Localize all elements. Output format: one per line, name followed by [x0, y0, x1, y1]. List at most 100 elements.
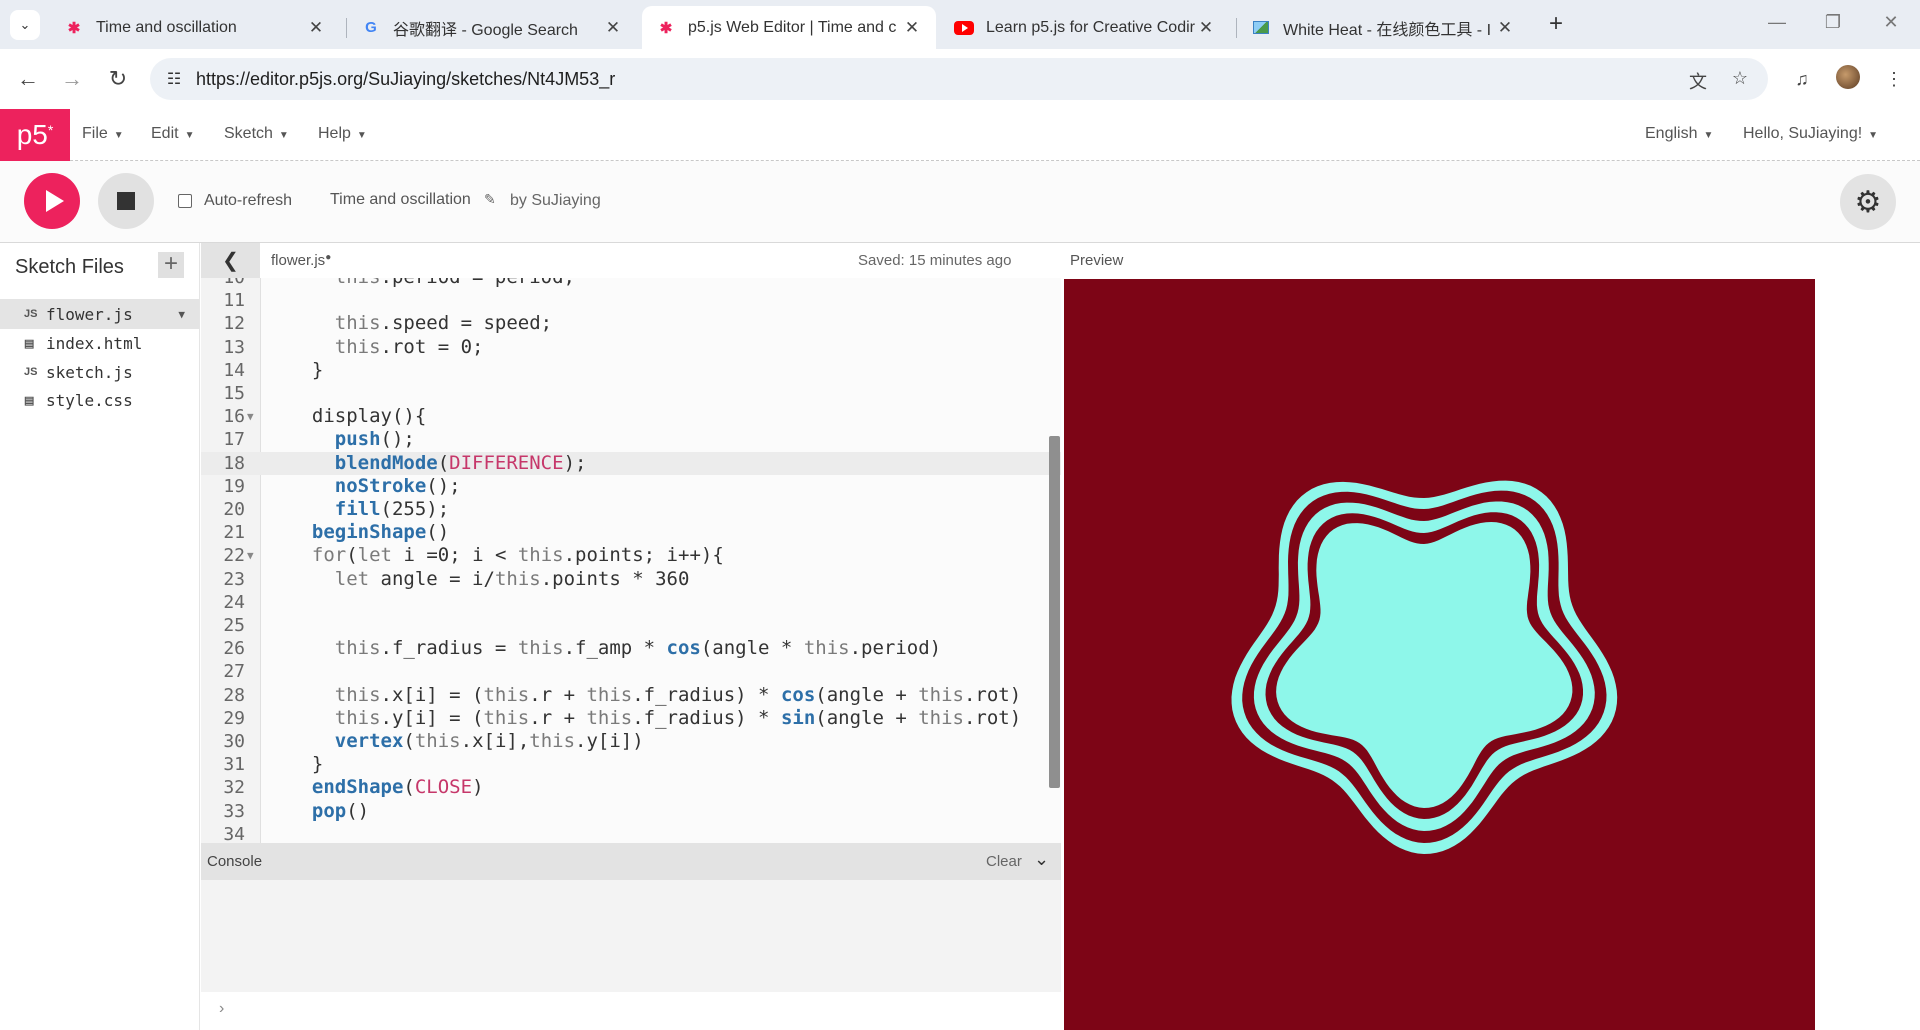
sketch-preview-canvas[interactable] [1064, 279, 1815, 1030]
language-label: English [1645, 125, 1698, 142]
console-prompt-icon: › [219, 1000, 225, 1017]
code-line[interactable]: 11 [201, 289, 1061, 312]
browser-tab-5[interactable]: White Heat - 在线颜色工具 - I ✕ [1237, 6, 1529, 49]
code-line[interactable]: 26 this.f_radius = this.f_amp * cos(angl… [201, 637, 1061, 660]
code-line[interactable]: 25 [201, 614, 1061, 637]
code-line[interactable]: 16 ▼ display(){ [201, 405, 1061, 428]
code-line[interactable]: 27 [201, 660, 1061, 683]
url-field[interactable]: ☷ https://editor.p5js.org/SuJiaying/sket… [150, 58, 1768, 100]
code-line[interactable]: 30 vertex(this.x[i],this.y[i]) [201, 730, 1061, 753]
code-line[interactable]: 33 pop() [201, 800, 1061, 823]
p5-logo[interactable]: p5 * [0, 109, 70, 161]
file-item-sketch-js[interactable]: JS sketch.js [0, 357, 199, 387]
editor-header: ❮ flower.js● Saved: 15 minutes ago [201, 243, 1061, 278]
browser-tab-2[interactable]: G 谷歌翻译 - Google Search ✕ [347, 6, 637, 49]
minimize-icon[interactable]: — [1762, 12, 1792, 38]
gear-icon[interactable]: ⚙ [1840, 174, 1896, 230]
language-menu[interactable]: English ▼ [1645, 125, 1713, 143]
menu-file[interactable]: File ▼ [82, 125, 124, 143]
code-line[interactable]: 23 let angle = i/this.points * 360 [201, 568, 1061, 591]
profile-avatar[interactable] [1836, 65, 1860, 89]
code-line[interactable]: 22 ▼ for(let i =0; i < this.points; i++){ [201, 544, 1061, 567]
browser-tab-3[interactable]: ✱ p5.js Web Editor | Time and c ✕ [642, 6, 936, 49]
console-header: Console Clear ⌄ [201, 843, 1061, 880]
css-file-icon: ▤ [24, 394, 35, 407]
code-line[interactable]: 20 fill(255); [201, 498, 1061, 521]
code-line[interactable]: 10 this.period = period; [201, 278, 1061, 289]
tab-close-icon[interactable]: ✕ [1495, 18, 1515, 38]
file-item-index-html[interactable]: ▤ index.html [0, 328, 199, 358]
add-file-button[interactable]: + [158, 252, 184, 278]
menu-sketch[interactable]: Sketch ▼ [224, 125, 289, 143]
translate-icon[interactable]: 文 [1686, 68, 1710, 92]
code-line[interactable]: 18 blendMode(DIFFERENCE); [201, 452, 1061, 475]
forward-icon[interactable]: → [58, 65, 86, 93]
code-line[interactable]: 28 this.x[i] = (this.r + this.f_radius) … [201, 684, 1061, 707]
line-number: 31 [223, 754, 245, 775]
line-number: 30 [223, 731, 245, 752]
menu-edit[interactable]: Edit ▼ [151, 125, 194, 143]
youtube-icon [954, 18, 974, 38]
site-settings-icon[interactable]: ☷ [164, 69, 184, 89]
code-line[interactable]: 24 [201, 591, 1061, 614]
user-menu[interactable]: Hello, SuJiaying! ▼ [1743, 125, 1878, 143]
play-button[interactable] [24, 173, 80, 229]
preview-label: Preview [1070, 252, 1124, 269]
code-line[interactable]: 15 [201, 382, 1061, 405]
code-line[interactable]: 14 } [201, 359, 1061, 382]
file-item-style-css[interactable]: ▤ style.css [0, 385, 199, 415]
chevron-down-icon[interactable]: ⌄ [1034, 849, 1049, 870]
code-line[interactable]: 13 this.rot = 0; [201, 336, 1061, 359]
pencil-icon[interactable]: ✎ [484, 191, 496, 208]
code-editor[interactable]: 10 this.period = period;1112 this.speed … [201, 278, 1061, 843]
code-line[interactable]: 19 noStroke(); [201, 475, 1061, 498]
tab-close-icon[interactable]: ✕ [1196, 18, 1216, 38]
auto-refresh-toggle[interactable]: Auto-refresh [178, 192, 292, 210]
code-line[interactable]: 34 [201, 823, 1061, 843]
tab-close-icon[interactable]: ✕ [603, 18, 623, 38]
menu-help[interactable]: Help ▼ [318, 125, 367, 143]
sketch-title[interactable]: Time and oscillation [330, 191, 471, 209]
console-input[interactable]: › [201, 992, 1061, 1030]
code-text: endShape(CLOSE) [311, 776, 484, 798]
file-item-flower-js[interactable]: JS flower.js ▼ [0, 299, 199, 329]
code-line[interactable]: 29 this.y[i] = (this.r + this.f_radius) … [201, 707, 1061, 730]
line-number: 11 [223, 290, 245, 311]
fold-arrow-icon[interactable]: ▼ [247, 544, 254, 567]
address-bar-row: ← → ↻ ☷ https://editor.p5js.org/SuJiayin… [0, 49, 1920, 109]
current-file-tab[interactable]: flower.js● [271, 252, 331, 269]
console-clear-button[interactable]: Clear [986, 853, 1022, 870]
back-icon[interactable]: ← [14, 65, 42, 93]
browser-tab-4[interactable]: Learn p5.js for Creative Codir ✕ [940, 6, 1230, 49]
code-text: } [289, 359, 324, 381]
code-text: this.y[i] = (this.r + this.f_radius) * s… [334, 707, 1022, 729]
code-line[interactable]: 32 endShape(CLOSE) [201, 776, 1061, 799]
media-control-icon[interactable]: ♫ [1788, 65, 1816, 93]
sketch-author[interactable]: by SuJiaying [510, 192, 601, 210]
code-line[interactable]: 12 this.speed = speed; [201, 312, 1061, 335]
editor-scrollbar[interactable] [1049, 436, 1060, 788]
reload-icon[interactable]: ↻ [104, 65, 132, 93]
tab-close-icon[interactable]: ✕ [306, 18, 326, 38]
restore-icon[interactable]: ❐ [1818, 12, 1848, 38]
browser-tab-1[interactable]: ✱ Time and oscillation ✕ [50, 6, 340, 49]
html-file-icon: ▤ [24, 337, 35, 350]
file-options-caret-icon[interactable]: ▼ [178, 308, 185, 321]
new-tab-icon[interactable]: + [1543, 12, 1569, 38]
code-text: beginShape() [311, 521, 450, 543]
code-line[interactable]: 21 beginShape() [201, 521, 1061, 544]
browser-menu-icon[interactable]: ⋮ [1880, 65, 1908, 93]
line-number: 25 [223, 615, 245, 636]
close-window-icon[interactable]: ✕ [1876, 12, 1906, 38]
tab-close-icon[interactable]: ✕ [902, 18, 922, 38]
stop-button[interactable] [98, 173, 154, 229]
console-output [201, 880, 1061, 992]
tab-search-chevron-icon[interactable]: ⌄ [10, 10, 40, 40]
js-file-icon: JS [24, 366, 38, 378]
collapse-sidebar-chevron-icon[interactable]: ❮ [201, 243, 260, 278]
fold-arrow-icon[interactable]: ▼ [247, 405, 254, 428]
code-line[interactable]: 31 } [201, 753, 1061, 776]
code-line[interactable]: 17 push(); [201, 428, 1061, 451]
bookmark-star-icon[interactable]: ☆ [1728, 68, 1752, 92]
auto-refresh-checkbox[interactable] [178, 194, 192, 208]
